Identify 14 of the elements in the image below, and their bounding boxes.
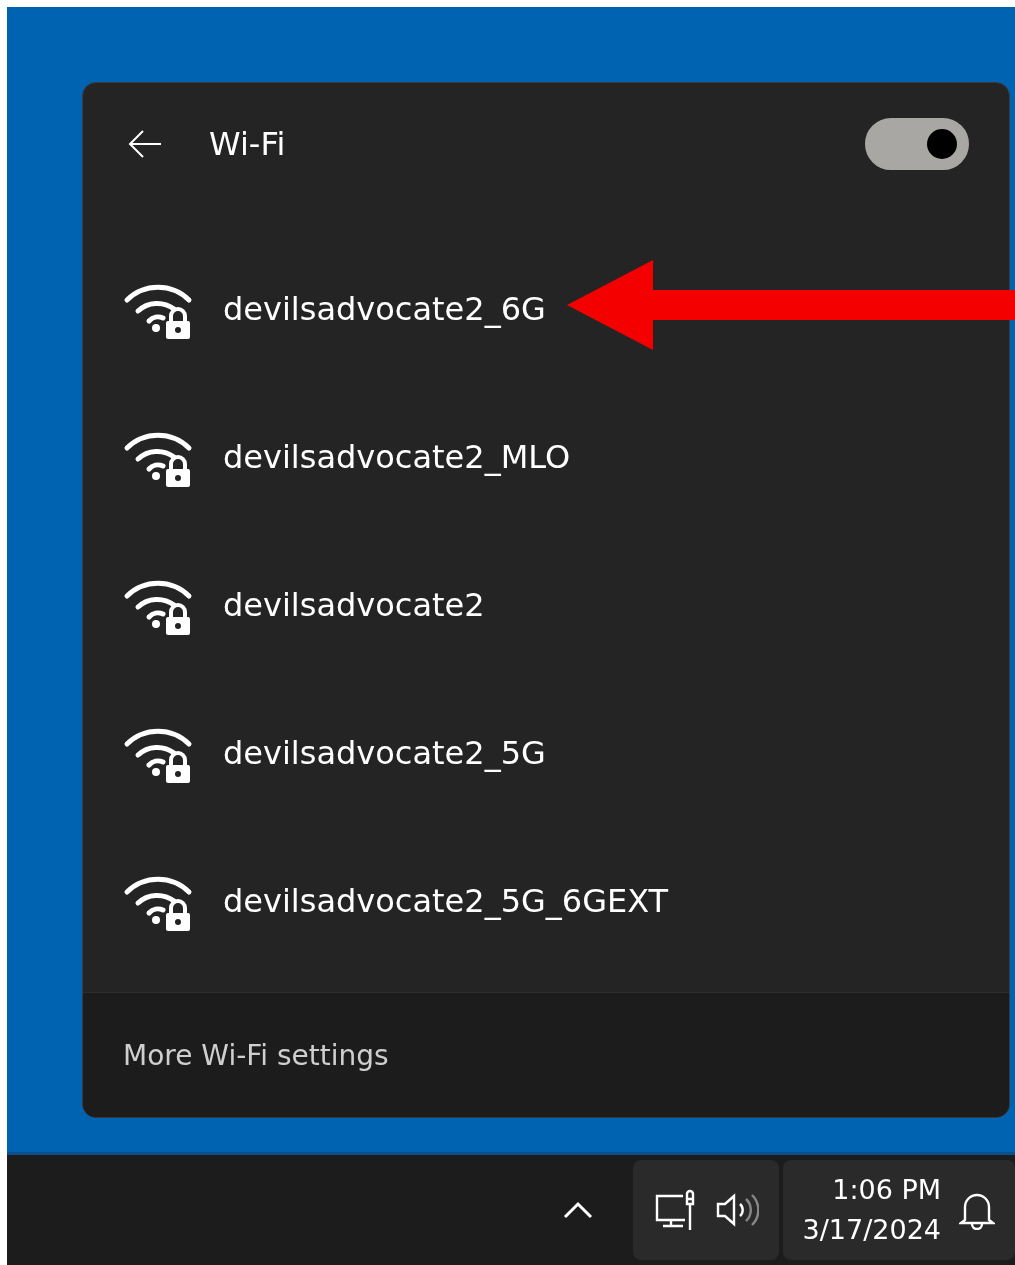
clock-button[interactable]: 1:06 PM 3/17/2024 bbox=[782, 1160, 1015, 1260]
network-item[interactable]: devilsadvocate2_5G bbox=[83, 679, 1009, 827]
network-item[interactable]: devilsadvocate2_6G bbox=[83, 235, 1009, 383]
chevron-up-icon[interactable] bbox=[562, 1201, 593, 1219]
date-text: 3/17/2024 bbox=[802, 1213, 941, 1247]
time-text: 1:06 PM bbox=[832, 1173, 941, 1207]
system-tray-button[interactable] bbox=[632, 1160, 779, 1260]
network-item[interactable]: devilsadvocate2 bbox=[83, 531, 1009, 679]
network-item[interactable]: devilsadvocate2_MLO bbox=[83, 383, 1009, 531]
wifi-toggle[interactable] bbox=[865, 118, 969, 170]
network-item[interactable]: devilsadvocate2_5G_6GEXT bbox=[83, 827, 1009, 975]
panel-title: Wi-Fi bbox=[209, 125, 287, 163]
back-arrow-icon[interactable] bbox=[127, 129, 163, 159]
more-settings-link[interactable]: More Wi-Fi settings bbox=[123, 1038, 389, 1072]
